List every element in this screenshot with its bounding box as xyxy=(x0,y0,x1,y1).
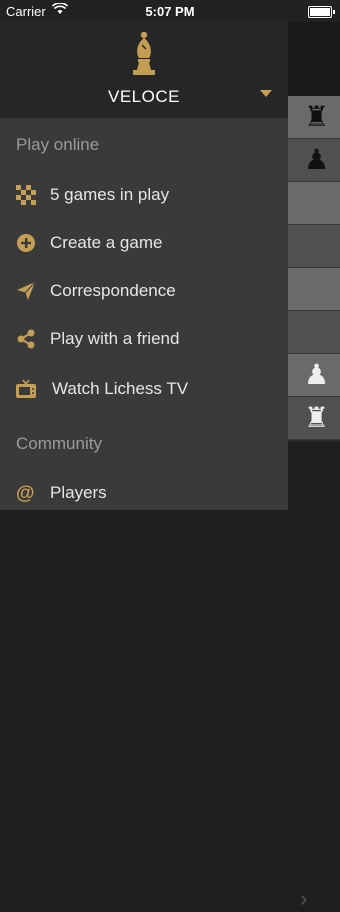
menu-item-label: Correspondence xyxy=(50,281,176,300)
menu-item-create-game[interactable]: Create a game xyxy=(0,221,288,265)
board-background: ♜ ♟ ♟ ♜ › xyxy=(288,22,340,911)
board-header xyxy=(288,22,340,96)
board-square xyxy=(288,182,340,225)
menu-item-label: Create a game xyxy=(50,233,163,252)
board-square xyxy=(288,311,340,354)
board-square: ♟ xyxy=(288,354,340,397)
board-footer: › xyxy=(288,442,340,911)
white-pawn-icon: ♟ xyxy=(304,359,330,390)
drawer-header[interactable]: VELOCE xyxy=(0,22,288,118)
black-pawn-icon: ♟ xyxy=(304,144,330,175)
black-rook-icon: ♜ xyxy=(304,101,330,132)
menu-item-label: Watch Lichess TV xyxy=(52,379,189,398)
tv-icon xyxy=(16,379,36,398)
chevron-down-icon[interactable] xyxy=(260,90,272,97)
board-square: ♜ xyxy=(288,96,340,139)
menu-item-games-in-play[interactable]: 5 games in play xyxy=(0,173,288,217)
board-square xyxy=(288,268,340,311)
menu-item-watch-tv[interactable]: Watch Lichess TV xyxy=(0,367,288,411)
board-square xyxy=(288,225,340,268)
clock: 5:07 PM xyxy=(145,4,195,19)
menu-item-label: 5 games in play xyxy=(50,185,170,204)
checkerboard-icon xyxy=(16,185,36,205)
menu-item-correspondence[interactable]: Correspondence xyxy=(0,269,288,313)
menu-item-play-friend[interactable]: Play with a friend xyxy=(0,317,288,361)
section-play-online: Play online xyxy=(16,135,100,154)
paper-plane-icon xyxy=(17,281,36,300)
username-label[interactable]: VELOCE xyxy=(0,87,288,107)
share-icon xyxy=(17,329,35,349)
side-drawer: VELOCE Play online 5 games in play Creat… xyxy=(0,22,288,510)
battery-icon xyxy=(308,6,335,18)
chevron-right-icon[interactable]: › xyxy=(300,886,307,912)
board-column: ♜ ♟ ♟ ♜ xyxy=(288,96,340,440)
board-square: ♜ xyxy=(288,397,340,440)
menu-item-label: Players xyxy=(50,483,107,502)
section-community: Community xyxy=(16,434,102,453)
plus-circle-icon xyxy=(17,234,35,252)
bishop-logo-icon xyxy=(133,31,155,75)
at-icon: @ xyxy=(16,483,35,503)
status-bar: Carrier 5:07 PM xyxy=(0,0,340,22)
svg-text:@: @ xyxy=(16,483,35,503)
menu-item-label: Play with a friend xyxy=(50,329,180,348)
board-square: ♟ xyxy=(288,139,340,182)
white-rook-icon: ♜ xyxy=(304,402,330,433)
menu-item-players[interactable]: @ Players xyxy=(0,471,288,515)
